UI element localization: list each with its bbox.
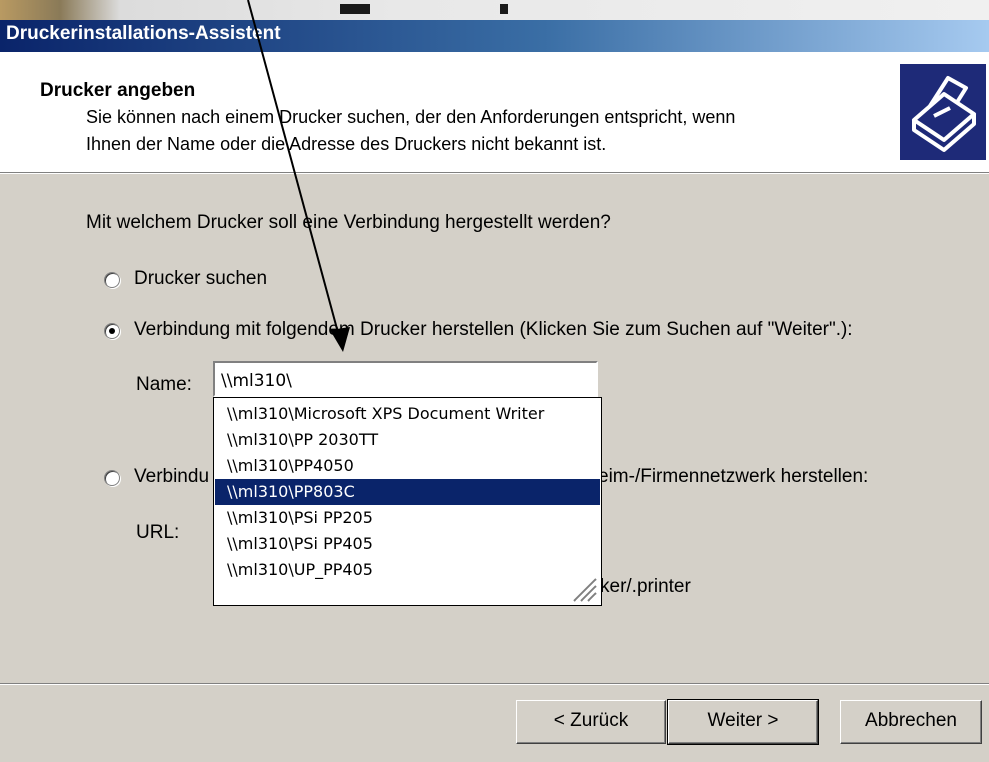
dropdown-item-selected[interactable]: \\ml310\PP803C: [215, 479, 600, 505]
printer-icon: [900, 64, 986, 160]
printer-name-input[interactable]: \\ml310\: [213, 361, 598, 397]
window-title: Druckerinstallations-Assistent: [6, 23, 281, 44]
background-window-strip: [0, 0, 989, 20]
dropdown-item[interactable]: \\ml310\UP_PP405: [215, 557, 600, 583]
back-button[interactable]: < Zurück: [516, 700, 666, 744]
page-description-line1: Sie können nach einem Drucker suchen, de…: [86, 107, 736, 127]
page-description-line2: Ihnen der Name oder die Adresse des Druc…: [86, 134, 607, 154]
dropdown-item[interactable]: \\ml310\Microsoft XPS Document Writer: [215, 401, 600, 427]
url-example-text: ker/.printer: [600, 576, 691, 597]
radio-search-printer-label[interactable]: Drucker suchen: [134, 268, 267, 290]
dropdown-item[interactable]: \\ml310\PP 2030TT: [215, 427, 600, 453]
header-separator: [0, 172, 989, 174]
name-label: Name:: [136, 374, 192, 395]
autocomplete-dropdown[interactable]: \\ml310\Microsoft XPS Document Writer \\…: [213, 397, 602, 606]
connection-question: Mit welchem Drucker soll eine Verbindung…: [86, 212, 611, 233]
dropdown-item[interactable]: \\ml310\PSi PP205: [215, 505, 600, 531]
radio-connect-printer-label[interactable]: Verbindung mit folgendem Drucker herstel…: [134, 319, 853, 341]
radio-search-printer[interactable]: [104, 272, 120, 288]
radio-connect-printer[interactable]: [104, 323, 120, 339]
cancel-button[interactable]: Abbrechen: [840, 700, 982, 744]
radio-connect-url-label-tail: eim-/Firmennetzwerk herstellen:: [598, 466, 869, 487]
dropdown-item[interactable]: \\ml310\PP4050: [215, 453, 600, 479]
url-label: URL:: [136, 522, 180, 543]
radio-connect-url[interactable]: [104, 470, 120, 486]
radio-connect-url-label[interactable]: Verbindu: [134, 466, 209, 488]
footer-separator: [0, 683, 989, 685]
resize-grip-icon[interactable]: [570, 575, 598, 603]
page-title: Drucker angeben: [40, 80, 196, 101]
dropdown-item[interactable]: \\ml310\PSi PP405: [215, 531, 600, 557]
next-button[interactable]: Weiter >: [667, 699, 819, 745]
